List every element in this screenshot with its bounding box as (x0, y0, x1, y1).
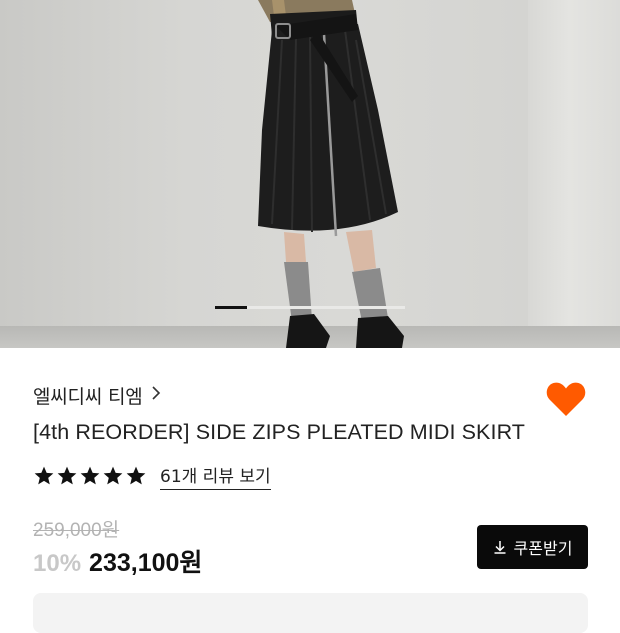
star-icon (34, 466, 54, 485)
discount-rate: 10% (33, 550, 82, 577)
rating-stars (33, 465, 147, 487)
brand-name: 엘씨디씨 티엠 (33, 385, 143, 408)
star-icon (80, 466, 100, 485)
star-icon (103, 466, 123, 485)
coupon-button-label: 쿠폰받기 (513, 539, 573, 558)
like-button[interactable] (545, 380, 587, 418)
price-row: 10% 233,100원 (33, 543, 202, 579)
product-title: [4th REORDER] SIDE ZIPS PLEATED MIDI SKI… (33, 420, 526, 444)
carousel-indicator-active (215, 306, 247, 309)
info-card (33, 593, 588, 633)
rating-row: 61개 리뷰 보기 (33, 462, 271, 490)
heart-icon (546, 382, 586, 416)
carousel-indicator (215, 306, 405, 309)
chevron-right-icon (151, 386, 161, 404)
original-price: 259,000원 (33, 520, 120, 541)
sale-price: 233,100원 (89, 549, 203, 577)
review-link[interactable]: 61개 리뷰 보기 (160, 462, 271, 490)
model-photo (258, 0, 404, 348)
product-image[interactable] (0, 0, 620, 348)
download-icon (494, 541, 506, 554)
star-icon (57, 466, 77, 485)
carousel-indicator-track (247, 306, 405, 309)
coupon-button[interactable]: 쿠폰받기 (477, 525, 588, 569)
brand-link[interactable]: 엘씨디씨 티엠 (33, 381, 161, 409)
star-icon (126, 466, 146, 485)
